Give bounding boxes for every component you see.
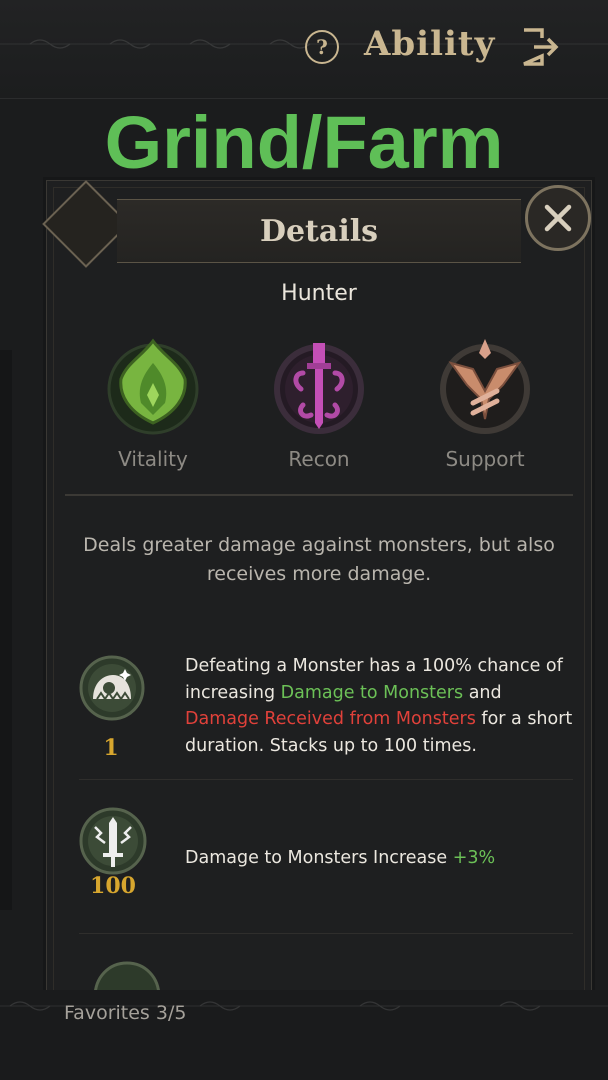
ability-row[interactable]: 100 Damage to Monsters Increase +3%	[77, 807, 573, 917]
overlay-caption: Grind/Farm	[104, 101, 504, 184]
top-bar: ? Ability	[0, 0, 608, 99]
ability-text-part: Damage to Monsters Increase	[185, 848, 453, 868]
ability-level: 100	[90, 873, 136, 899]
class-description: Deals greater damage against monsters, b…	[83, 534, 555, 585]
details-panel: Details Hunter Vitality Recon Support De…	[42, 180, 592, 1012]
ability-text: Defeating a Monster has a 100% chance of…	[185, 653, 580, 759]
background-panel-edge	[0, 350, 12, 910]
ability-level: 1	[103, 735, 119, 761]
close-button[interactable]	[525, 185, 591, 251]
stat-label: Support	[445, 447, 525, 471]
panel-title: Details	[259, 214, 379, 249]
favorites-count[interactable]: Favorites 3/5	[64, 1002, 186, 1024]
close-icon	[544, 204, 572, 232]
page-title: Ability	[364, 24, 496, 64]
damage-to-monsters-highlight: Damage to Monsters	[280, 682, 464, 703]
exit-icon[interactable]	[520, 26, 562, 68]
recon-icon	[274, 343, 364, 434]
stat-label: Recon	[288, 447, 350, 471]
stat-label: Vitality	[118, 447, 188, 471]
row-separator	[79, 779, 573, 780]
row-separator	[79, 933, 573, 934]
ability-text: Damage to Monsters Increase +3%	[185, 845, 580, 872]
monster-stack-icon	[79, 655, 145, 721]
sword-icon	[79, 807, 147, 875]
stat-recon[interactable]: Recon	[249, 333, 389, 471]
bonus-value: +3%	[452, 848, 496, 868]
support-icon	[440, 339, 530, 434]
ability-text-part: and	[463, 682, 502, 703]
decorative-border-pattern	[0, 39, 608, 49]
class-name: Hunter	[281, 281, 357, 306]
divider	[65, 494, 573, 496]
stat-support[interactable]: Support	[415, 333, 555, 471]
panel-header: Details	[117, 199, 521, 263]
vitality-icon	[107, 338, 199, 435]
help-glyph: ?	[316, 35, 328, 59]
damage-received-highlight: Damage Received from Monsters	[185, 709, 476, 729]
ability-row[interactable]: 1 Defeating a Monster has a 100% chance …	[77, 653, 573, 763]
footer: Favorites 3/5	[0, 990, 608, 1080]
stat-vitality[interactable]: Vitality	[83, 333, 223, 471]
help-icon[interactable]: ?	[305, 30, 339, 64]
